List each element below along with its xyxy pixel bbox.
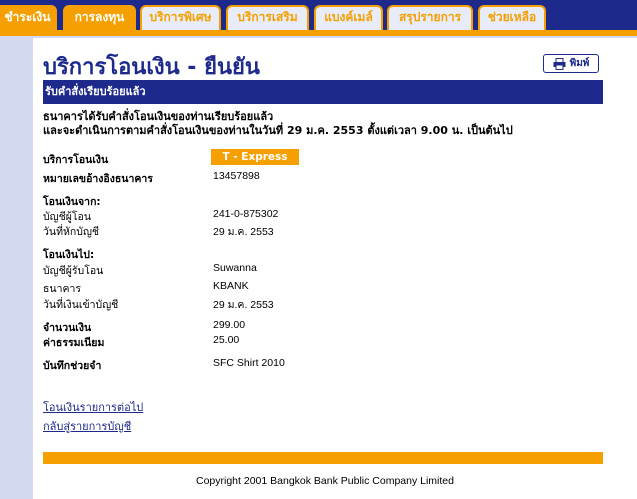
bank-label: ธนาคาร bbox=[43, 283, 82, 295]
copyright-text: Copyright 2001 Bangkok Bank Public Compa… bbox=[196, 475, 454, 487]
print-button[interactable]: พิมพ์ bbox=[543, 54, 599, 73]
confirmation-line-2: และจะดำเนินการตามคำสั่งโอนเงินของท่านในว… bbox=[43, 124, 513, 137]
main-content: บริการโอนเงิน - ยืนยัน พิมพ์ รับคำสั่งเร… bbox=[33, 38, 637, 499]
print-label: พิมพ์ bbox=[569, 58, 590, 69]
amount-value: 299.00 bbox=[213, 319, 246, 331]
left-sidebar-strip bbox=[0, 0, 33, 499]
printer-icon bbox=[553, 57, 566, 70]
section-header-bar: รับคำสั่งเรียบร้อยแล้ว bbox=[43, 80, 603, 104]
credit-date-value: 29 ม.ค. 2553 bbox=[213, 299, 274, 311]
page-title: บริการโอนเงิน - ยืนยัน bbox=[43, 55, 260, 80]
debit-date-value: 29 ม.ค. 2553 bbox=[213, 226, 274, 238]
next-transfer-link[interactable]: โอนเงินรายการต่อไป bbox=[43, 398, 143, 416]
debit-date-label: วันที่หักบัญชี bbox=[43, 226, 100, 238]
tab-summary[interactable]: สรุปรายการ bbox=[387, 5, 473, 30]
to-heading: โอนเงินไป: bbox=[43, 249, 95, 261]
credit-date-label: วันที่เงินเข้าบัญชี bbox=[43, 299, 119, 311]
tab-help[interactable]: ช่วยเหลือ bbox=[478, 5, 546, 30]
confirmation-line-1: ธนาคารได้รับคำสั่งโอนเงินของท่านเรียบร้อ… bbox=[43, 110, 274, 123]
fee-value: 25.00 bbox=[213, 334, 240, 346]
tab-payment[interactable]: ชำระเงิน bbox=[0, 5, 57, 30]
service-badge: T - Express bbox=[211, 149, 299, 165]
tab-bankmail[interactable]: แบงค์เมล์ bbox=[314, 5, 383, 30]
tab-special-services[interactable]: บริการพิเศษ bbox=[140, 5, 221, 30]
bank-value: KBANK bbox=[213, 280, 249, 292]
memo-value: SFC Shirt 2010 bbox=[213, 357, 285, 369]
back-to-accounts-link[interactable]: กลับสู่รายการบัญชี bbox=[43, 417, 131, 435]
service-label: บริการโอนเงิน bbox=[43, 154, 109, 166]
tab-additional-services[interactable]: บริการเสริม bbox=[226, 5, 309, 30]
fee-label: ค่าธรรมเนียม bbox=[43, 337, 105, 349]
to-account-label: บัญชีผู้รับโอน bbox=[43, 265, 104, 277]
confirmation-message: ธนาคารได้รับคำสั่งโอนเงินของท่านเรียบร้อ… bbox=[43, 110, 513, 138]
reference-value: 13457898 bbox=[213, 170, 260, 182]
memo-label: บันทึกช่วยจำ bbox=[43, 360, 102, 372]
to-account-value: Suwanna bbox=[213, 262, 257, 274]
from-account-value: 241-0-875302 bbox=[213, 208, 279, 220]
reference-label: หมายเลขอ้างอิงธนาคาร bbox=[43, 173, 153, 185]
top-navigation-bar: ชำระเงิน การลงทุน บริการพิเศษ บริการเสริ… bbox=[0, 0, 637, 38]
tab-investment[interactable]: การลงทุน bbox=[63, 5, 136, 30]
footer-bar bbox=[43, 452, 603, 464]
